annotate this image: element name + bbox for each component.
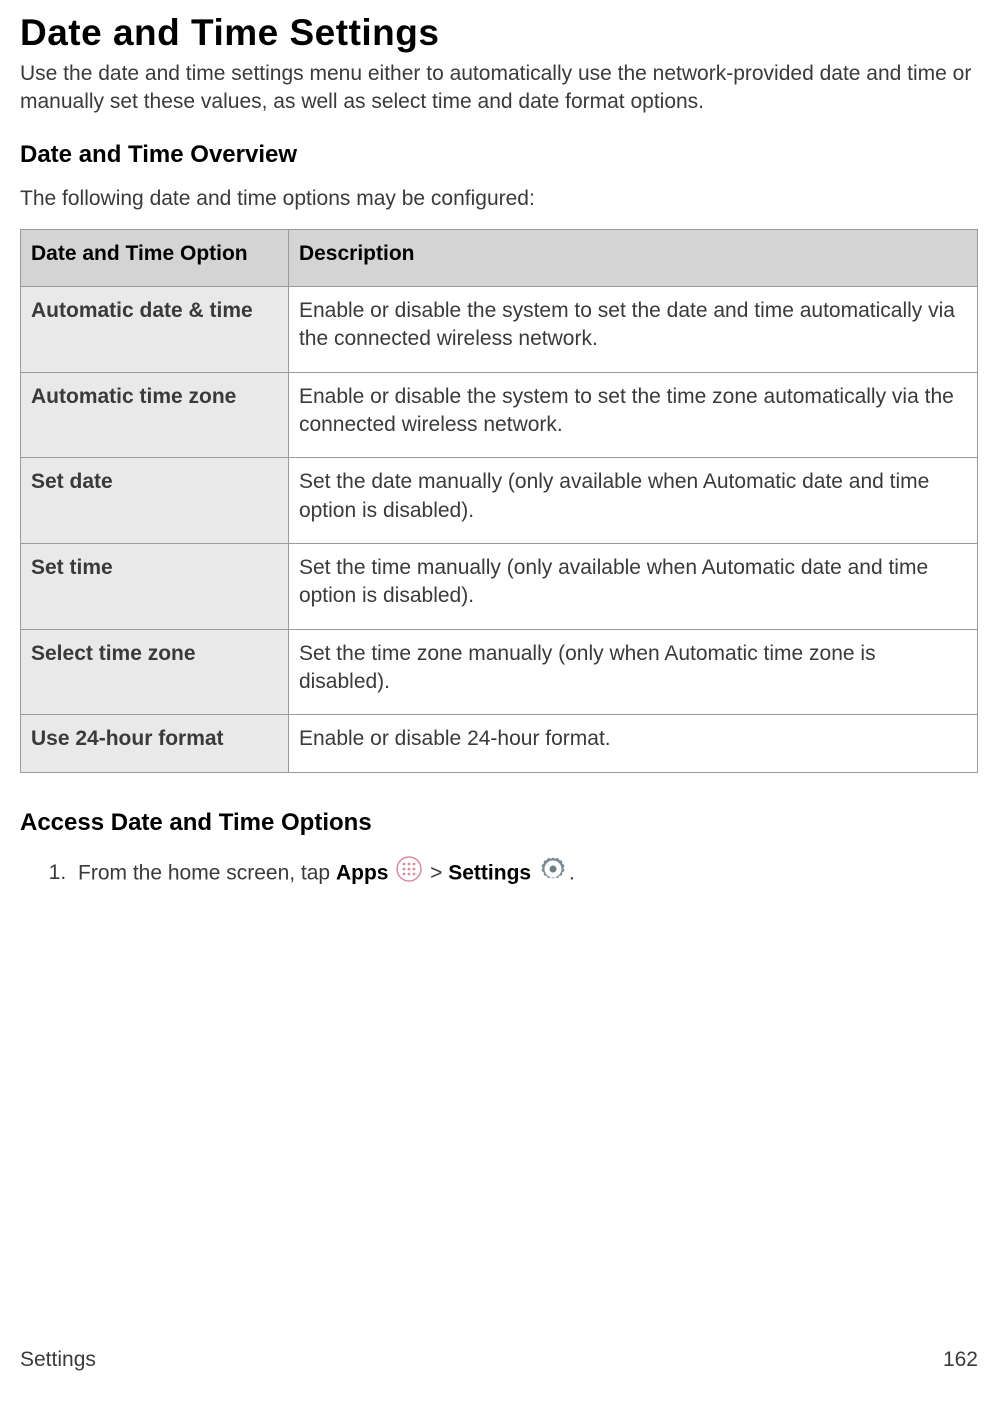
step-separator: > <box>430 861 448 884</box>
settings-icon <box>539 855 567 893</box>
option-description: Enable or disable the system to set the … <box>288 372 977 458</box>
table-row: Set time Set the time manually (only ava… <box>21 544 978 630</box>
option-name: Automatic time zone <box>21 372 289 458</box>
option-description: Enable or disable 24-hour format. <box>288 715 977 772</box>
apps-label: Apps <box>336 861 389 884</box>
option-name: Set date <box>21 458 289 544</box>
step-item: From the home screen, tap Apps > Setting… <box>72 855 978 893</box>
overview-heading: Date and Time Overview <box>20 141 978 169</box>
table-header-option: Date and Time Option <box>21 229 289 286</box>
table-row: Use 24-hour format Enable or disable 24-… <box>21 715 978 772</box>
option-description: Set the date manually (only available wh… <box>288 458 977 544</box>
option-name: Automatic date & time <box>21 287 289 373</box>
table-row: Automatic date & time Enable or disable … <box>21 287 978 373</box>
settings-label: Settings <box>448 861 531 884</box>
options-table: Date and Time Option Description Automat… <box>20 229 978 773</box>
option-name: Use 24-hour format <box>21 715 289 772</box>
steps-list: From the home screen, tap Apps > Setting… <box>20 855 978 893</box>
intro-text: Use the date and time settings menu eith… <box>20 60 978 117</box>
access-heading: Access Date and Time Options <box>20 809 978 837</box>
page-footer: Settings 162 <box>20 1348 978 1372</box>
table-row: Set date Set the date manually (only ava… <box>21 458 978 544</box>
overview-lead: The following date and time options may … <box>20 187 978 211</box>
option-description: Set the time manually (only available wh… <box>288 544 977 630</box>
footer-page-number: 162 <box>943 1348 978 1372</box>
page-title: Date and Time Settings <box>20 12 978 54</box>
apps-icon <box>396 856 422 892</box>
step-suffix: . <box>569 861 575 884</box>
option-description: Enable or disable the system to set the … <box>288 287 977 373</box>
option-name: Set time <box>21 544 289 630</box>
option-name: Select time zone <box>21 629 289 715</box>
option-description: Set the time zone manually (only when Au… <box>288 629 977 715</box>
table-header-description: Description <box>288 229 977 286</box>
table-row: Automatic time zone Enable or disable th… <box>21 372 978 458</box>
footer-section: Settings <box>20 1348 96 1372</box>
table-row: Select time zone Set the time zone manua… <box>21 629 978 715</box>
step-prefix: From the home screen, tap <box>78 861 336 884</box>
